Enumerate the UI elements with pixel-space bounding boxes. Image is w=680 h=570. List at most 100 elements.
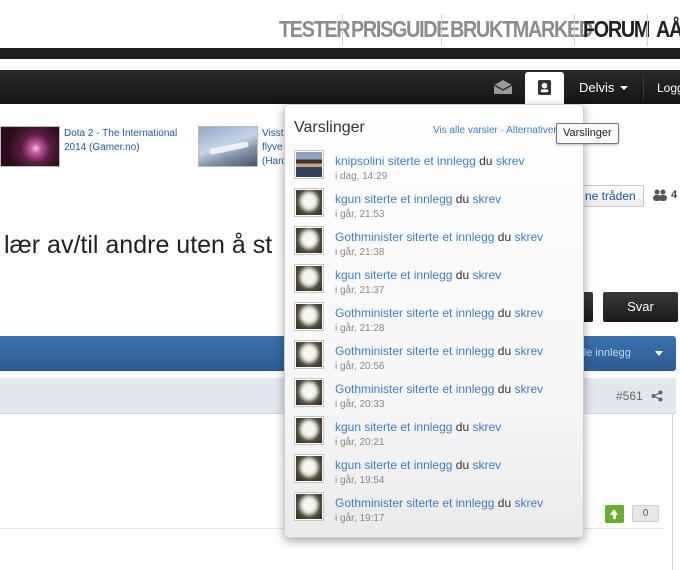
notification-time: i går, 20:56: [335, 361, 385, 372]
avatar[interactable]: [294, 226, 324, 255]
notification-item[interactable]: kgun siterte et innlegg du skrev i går, 2…: [294, 260, 579, 298]
notification-item[interactable]: kgun siterte et innlegg du skrev i går, 2…: [294, 412, 579, 450]
nav-underline: [0, 48, 680, 59]
notification-action[interactable]: siterte et innlegg: [406, 230, 494, 244]
notification-user[interactable]: knipsolini: [335, 154, 384, 168]
notification-action[interactable]: siterte et innlegg: [364, 192, 452, 206]
notification-time: i går, 21:53: [335, 209, 385, 220]
notification-user[interactable]: Gothminister: [335, 496, 403, 510]
notification-skrev-link[interactable]: skrev: [514, 230, 543, 244]
notification-user[interactable]: kgun: [335, 420, 361, 434]
notification-user[interactable]: Gothminister: [335, 230, 403, 244]
avatar[interactable]: [294, 378, 324, 407]
top-navigation: TESTER PRISGUIDE BRUKTMARKED FORUM AÅ: [0, 0, 680, 48]
notification-du: du: [497, 382, 512, 396]
post-number[interactable]: #561: [616, 389, 643, 403]
notifications-button[interactable]: [525, 72, 564, 106]
logout-link[interactable]: Logg: [657, 81, 680, 95]
notification-time: i dag, 14:29: [335, 171, 388, 182]
avatar[interactable]: [294, 416, 324, 445]
notification-user[interactable]: Gothminister: [335, 306, 403, 320]
notification-action[interactable]: siterte et innlegg: [364, 268, 452, 282]
notification-user[interactable]: kgun: [335, 192, 361, 206]
notification-item[interactable]: Gothminister siterte et innlegg du skrev…: [294, 298, 579, 336]
notification-du: du: [497, 344, 512, 358]
share-icon[interactable]: [651, 390, 663, 402]
notification-skrev-link[interactable]: skrev: [472, 458, 501, 472]
article-thumbnail[interactable]: [0, 126, 60, 167]
nav-font-size[interactable]: AÅ: [656, 16, 680, 43]
avatar[interactable]: [294, 150, 324, 179]
notification-item[interactable]: knipsolini siterte et innlegg du skrev i …: [294, 146, 579, 184]
mail-icon[interactable]: [493, 79, 513, 95]
notification-time: i går, 20:21: [335, 437, 385, 448]
notification-skrev-link[interactable]: skrev: [514, 306, 543, 320]
notification-user[interactable]: Gothminister: [335, 344, 403, 358]
notification-du: du: [455, 192, 470, 206]
notification-du: du: [497, 230, 512, 244]
article-link[interactable]: Dota 2 - The International 2014 (Gamer.n…: [64, 127, 177, 155]
avatar[interactable]: [294, 454, 324, 483]
notification-item[interactable]: kgun siterte et innlegg du skrev i går, 2…: [294, 184, 579, 222]
article-thumbnail[interactable]: [198, 126, 258, 167]
notification-du: du: [455, 268, 470, 282]
notification-du: du: [497, 496, 512, 510]
notification-user[interactable]: Gothminister: [335, 382, 403, 396]
avatar[interactable]: [294, 188, 324, 217]
notification-item[interactable]: kgun siterte et innlegg du skrev i går, 1…: [294, 450, 579, 488]
notification-action[interactable]: siterte et innlegg: [388, 154, 476, 168]
thread-title: lær av/til andre uten å st: [4, 231, 273, 259]
notification-action[interactable]: siterte et innlegg: [406, 344, 494, 358]
nav-bruktmarked[interactable]: BRUKTMARKED: [450, 16, 593, 43]
username[interactable]: Delvis: [579, 80, 614, 95]
notification-du: du: [497, 306, 512, 320]
notifications-title: Varslinger: [294, 119, 365, 136]
chevron-down-icon[interactable]: [655, 351, 663, 356]
notification-skrev-link[interactable]: skrev: [496, 154, 525, 168]
notification-time: i går, 21:37: [335, 285, 385, 296]
notification-item[interactable]: Gothminister siterte et innlegg du skrev…: [294, 374, 579, 412]
notification-user[interactable]: kgun: [335, 268, 361, 282]
notification-time: i går, 20:33: [335, 399, 385, 410]
follower-count: 4: [671, 189, 678, 201]
tooltip: Varslinger: [556, 123, 619, 144]
avatar[interactable]: [294, 302, 324, 331]
notification-item[interactable]: Gothminister siterte et innlegg du skrev…: [294, 336, 579, 374]
avatar[interactable]: [294, 340, 324, 369]
notification-skrev-link[interactable]: skrev: [472, 420, 501, 434]
notification-user[interactable]: kgun: [335, 458, 361, 472]
notification-skrev-link[interactable]: skrev: [514, 496, 543, 510]
nav-prisguide[interactable]: PRISGUIDE: [351, 16, 449, 43]
notification-action[interactable]: siterte et innlegg: [406, 496, 494, 510]
notification-du: du: [479, 154, 493, 168]
notification-action[interactable]: siterte et innlegg: [406, 382, 494, 396]
nav-tester[interactable]: TESTER: [279, 16, 351, 43]
notification-action[interactable]: siterte et innlegg: [406, 306, 494, 320]
notification-skrev-link[interactable]: skrev: [472, 192, 501, 206]
upvote-button[interactable]: [605, 505, 624, 523]
notification-action[interactable]: siterte et innlegg: [364, 458, 452, 472]
notification-skrev-link[interactable]: skrev: [514, 382, 543, 396]
notification-skrev-link[interactable]: skrev: [472, 268, 501, 282]
vote-count: 0: [632, 505, 659, 522]
people-icon: [653, 189, 667, 201]
notifications-icon: [537, 80, 552, 95]
notification-du: du: [455, 458, 470, 472]
notification-skrev-link[interactable]: skrev: [514, 344, 543, 358]
avatar[interactable]: [294, 492, 324, 521]
chevron-down-icon[interactable]: [620, 86, 628, 90]
notification-time: i går, 19:54: [335, 475, 385, 486]
avatar[interactable]: [294, 264, 324, 293]
notifications-links[interactable]: Vis alle varsler · Alternativer: [433, 125, 559, 136]
nav-separator: [647, 14, 648, 46]
nav-forum[interactable]: FORUM: [583, 16, 650, 43]
reply-button[interactable]: Svar: [603, 292, 678, 322]
notification-item[interactable]: Gothminister siterte et innlegg du skrev…: [294, 488, 579, 526]
notification-time: i går, 21:38: [335, 247, 385, 258]
notification-item[interactable]: Gothminister siterte et innlegg du skrev…: [294, 222, 579, 260]
notification-du: du: [455, 420, 470, 434]
nav-separator: [441, 14, 442, 46]
notification-time: i går, 21:28: [335, 323, 385, 334]
nav-separator: [574, 14, 575, 46]
notification-action[interactable]: siterte et innlegg: [364, 420, 452, 434]
